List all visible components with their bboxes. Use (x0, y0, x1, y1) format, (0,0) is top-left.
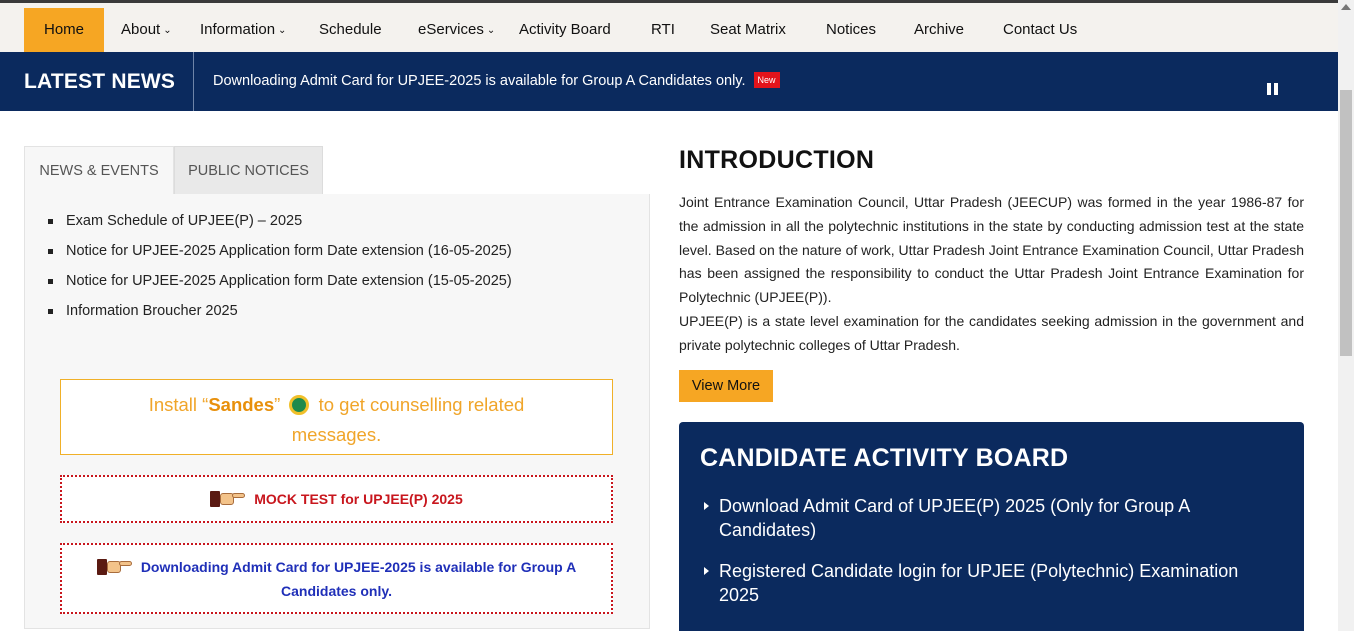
scroll-up-arrow-icon[interactable] (1341, 4, 1351, 10)
activity-board-title: CANDIDATE ACTIVITY BOARD (700, 444, 1069, 472)
top-border (0, 0, 1338, 8)
introduction-title: INTRODUCTION (679, 146, 875, 174)
sandes-install-box[interactable]: Install “Sandes” to get counselling rela… (60, 379, 613, 455)
nav-eservices[interactable]: eServices ⌄ (418, 8, 495, 52)
chevron-down-icon: ⌄ (163, 25, 172, 36)
nav-schedule[interactable]: Schedule (319, 8, 382, 52)
intro-paragraph: Joint Entrance Examination Council, Utta… (679, 194, 1304, 306)
nav-seat-matrix[interactable]: Seat Matrix (710, 8, 786, 52)
news-item[interactable]: Exam Schedule of UPJEE(P) – 2025 (48, 209, 512, 239)
pointing-hand-icon (96, 557, 133, 575)
news-item[interactable]: Notice for UPJEE-2025 Application form D… (48, 239, 512, 269)
news-item[interactable]: Notice for UPJEE-2025 Application form D… (48, 269, 512, 299)
tab-public-notices[interactable]: PUBLIC NOTICES (174, 146, 323, 195)
introduction-text: Joint Entrance Examination Council, Utta… (679, 191, 1304, 358)
divider (193, 52, 194, 111)
news-events-list: Exam Schedule of UPJEE(P) – 2025 Notice … (48, 209, 512, 329)
scrollbar-thumb[interactable] (1340, 90, 1352, 356)
nav-about[interactable]: About ⌄ (121, 8, 172, 52)
nav-information[interactable]: Information ⌄ (200, 8, 286, 52)
main-navbar: Home About ⌄ Information ⌄ Schedule eServi… (0, 8, 1338, 52)
tab-news-events[interactable]: NEWS & EVENTS (24, 146, 174, 195)
latest-news-title: LATEST NEWS (24, 70, 176, 93)
nav-archive[interactable]: Archive (914, 8, 964, 52)
sandes-logo-icon (289, 395, 310, 415)
activity-item[interactable]: Registered Candidate login for UPJEE (Po… (700, 559, 1280, 607)
latest-news-bar: LATEST NEWS Downloading Admit Card for U… (0, 52, 1338, 111)
mock-test-link[interactable]: MOCK TEST for UPJEE(P) 2025 (60, 475, 613, 523)
intro-paragraph: UPJEE(P) is a state level examination fo… (679, 312, 1304, 353)
pause-icon[interactable] (1267, 83, 1279, 95)
nav-home[interactable]: Home (24, 8, 105, 52)
news-item[interactable]: Information Broucher 2025 (48, 299, 512, 329)
nav-rti[interactable]: RTI (651, 8, 675, 52)
chevron-down-icon: ⌄ (486, 25, 496, 36)
sandes-app-name: Sandes (208, 394, 275, 415)
activity-board-list: Download Admit Card of UPJEE(P) 2025 (On… (700, 494, 1280, 624)
view-more-button[interactable]: View More (679, 370, 773, 402)
pointing-hand-icon (210, 489, 246, 507)
nav-notices[interactable]: Notices (826, 8, 876, 52)
new-badge: New (753, 72, 780, 88)
news-ticker-link[interactable]: Downloading Admit Card for UPJEE-2025 is… (213, 52, 780, 111)
admit-card-link[interactable]: Downloading Admit Card for UPJEE-2025 is… (60, 543, 613, 614)
activity-item[interactable]: Download Admit Card of UPJEE(P) 2025 (On… (700, 494, 1280, 542)
nav-contact-us[interactable]: Contact Us (1003, 8, 1077, 52)
chevron-down-icon: ⌄ (278, 25, 287, 36)
nav-activity-board[interactable]: Activity Board (519, 8, 611, 52)
